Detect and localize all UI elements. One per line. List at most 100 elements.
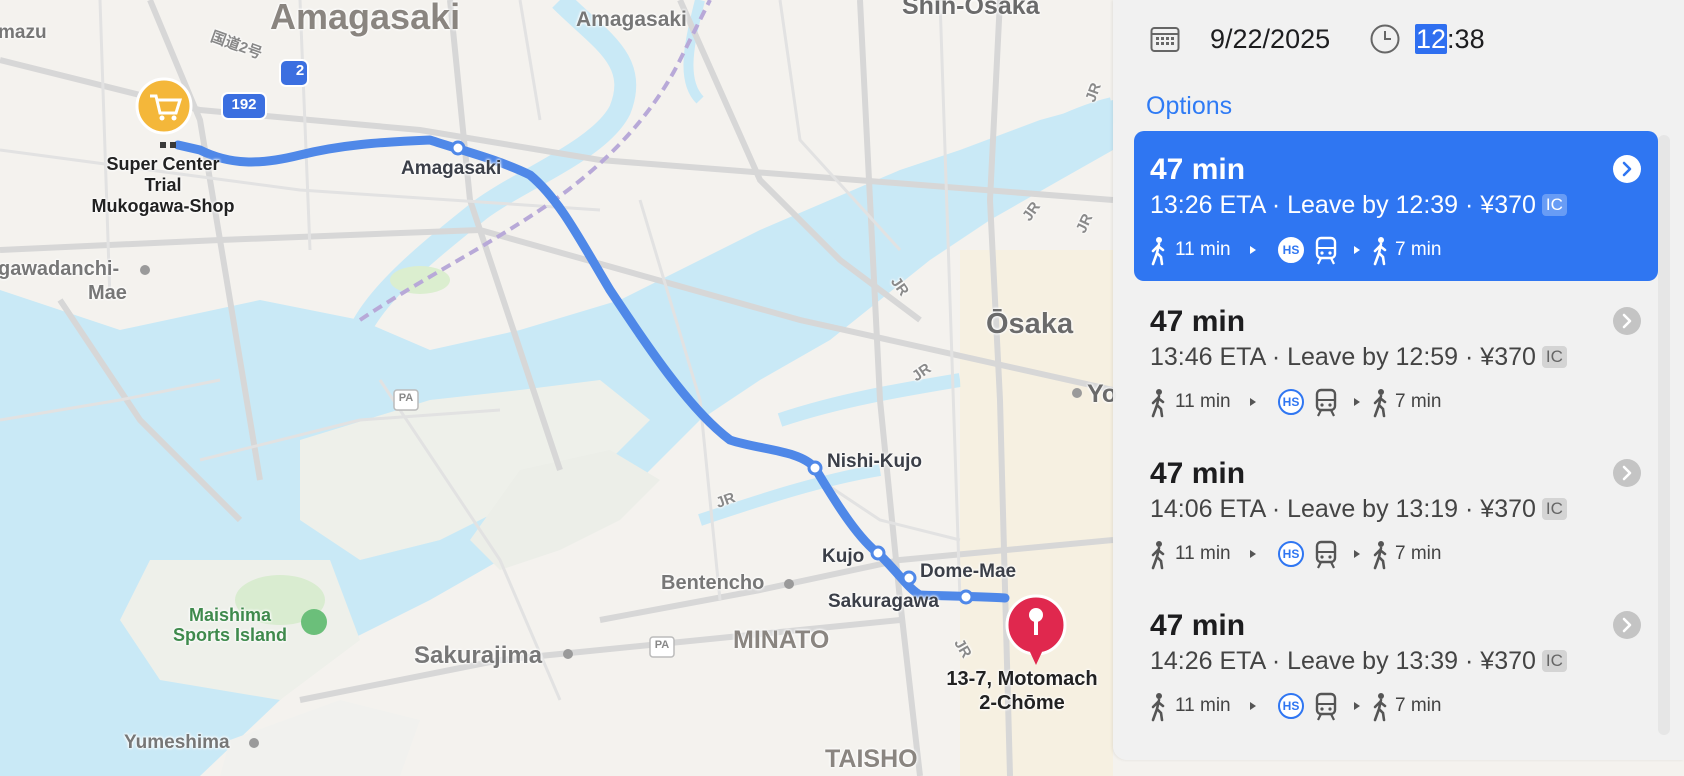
- calendar-icon[interactable]: [1150, 25, 1180, 53]
- walking-icon: [1151, 693, 1165, 722]
- line-badge: HS: [1278, 237, 1304, 263]
- line-badge: HS: [1278, 541, 1304, 567]
- walking-icon: [1373, 237, 1387, 266]
- directions-panel: 9/22/2025 12:38 Options 47 min 13:26 ETA…: [1113, 0, 1684, 760]
- walk-duration: 7 min: [1395, 239, 1442, 260]
- route-legs: 11 min HS 7 min: [1148, 386, 1468, 418]
- step-arrow-icon: [1250, 702, 1256, 710]
- station-label[interactable]: Amagasaki: [401, 158, 501, 180]
- road-shield-label: PA: [398, 392, 414, 404]
- road-shield-label: 192: [231, 96, 257, 113]
- walk-duration: 11 min: [1175, 695, 1231, 716]
- step-arrow-icon: [1354, 246, 1360, 254]
- route-legs: 11 min HS 7 min: [1148, 538, 1468, 570]
- step-arrow-icon: [1354, 398, 1360, 406]
- step-arrow-icon: [1354, 702, 1360, 710]
- route-option[interactable]: 47 min 13:46 ETA · Leave by 12:59 · ¥370…: [1134, 283, 1658, 433]
- date-field[interactable]: 9/22/2025: [1210, 24, 1330, 55]
- station-label[interactable]: Sakurajima: [414, 642, 542, 670]
- station-label[interactable]: Nishi-Kujo: [827, 451, 922, 473]
- train-icon: [1315, 388, 1337, 417]
- park-icon: [301, 609, 327, 635]
- station-dot-kujo[interactable]: [870, 545, 886, 561]
- train-icon: [1315, 236, 1337, 265]
- step-arrow-icon: [1250, 398, 1256, 406]
- district-label: MINATO: [733, 626, 830, 654]
- station-dot-amagasaki[interactable]: [450, 140, 466, 156]
- options-heading: Options: [1146, 92, 1233, 120]
- route-summary: 14:26 ETA · Leave by 13:39 · ¥370 IC: [1150, 647, 1567, 676]
- time-hour-segment[interactable]: 12: [1415, 24, 1448, 54]
- walk-duration: 7 min: [1395, 543, 1442, 564]
- station-label[interactable]: Kujo: [822, 546, 864, 568]
- road-shield-label: 2: [295, 62, 305, 79]
- route-duration: 47 min: [1150, 457, 1246, 490]
- station-label[interactable]: Mae: [88, 282, 127, 305]
- walking-icon: [1373, 693, 1387, 722]
- park-label[interactable]: Maishima Sports Island: [160, 605, 300, 645]
- line-badge: HS: [1278, 693, 1304, 719]
- train-icon: [1315, 692, 1337, 721]
- station-label[interactable]: Amagasaki: [576, 8, 687, 32]
- walk-duration: 7 min: [1395, 391, 1442, 412]
- route-legs: 11 min HS 7 min: [1148, 234, 1468, 266]
- station-dot-sakuragawa[interactable]: [958, 589, 974, 605]
- route-option[interactable]: 47 min 13:26 ETA · Leave by 12:39 · ¥370…: [1134, 131, 1658, 281]
- route-summary: 13:46 ETA · Leave by 12:59 · ¥370 IC: [1150, 343, 1567, 372]
- walking-icon: [1373, 541, 1387, 570]
- route-eta-text: 14:06 ETA · Leave by 13:19 · ¥370: [1150, 495, 1536, 523]
- chevron-right-icon[interactable]: [1613, 155, 1641, 183]
- route-option[interactable]: 47 min 14:26 ETA · Leave by 13:39 · ¥370…: [1134, 587, 1658, 737]
- park-line: Maishima: [188, 605, 272, 625]
- scrollbar[interactable]: [1658, 135, 1670, 735]
- poi-line: 2-Chōme: [979, 692, 1065, 714]
- station-dot-dome-mae[interactable]: [901, 570, 917, 586]
- road-shield-label: PA: [654, 639, 670, 651]
- ic-fare-badge: IC: [1541, 346, 1567, 368]
- route-option[interactable]: 47 min 14:06 ETA · Leave by 13:19 · ¥370…: [1134, 435, 1658, 585]
- time-minute-segment[interactable]: :38: [1447, 24, 1485, 54]
- poi-line: 13-7, Motomach: [946, 668, 1098, 690]
- station-label[interactable]: Sakuragawa: [828, 591, 939, 613]
- route-eta-text: 13:26 ETA · Leave by 12:39 · ¥370: [1150, 191, 1536, 219]
- start-poi-label[interactable]: Super Center Trial Mukogawa-Shop: [78, 154, 248, 217]
- chevron-right-icon[interactable]: [1613, 307, 1641, 335]
- poi-line: Mukogawa-Shop: [91, 196, 235, 216]
- station-label[interactable]: Yumeshima: [124, 732, 230, 754]
- ic-fare-badge: IC: [1541, 498, 1567, 520]
- walk-duration: 7 min: [1395, 695, 1442, 716]
- train-icon: [1315, 540, 1337, 569]
- route-duration: 47 min: [1150, 305, 1246, 338]
- walking-icon: [1373, 389, 1387, 418]
- clock-icon[interactable]: [1369, 23, 1401, 55]
- station-dot-nishi-kujo[interactable]: [807, 460, 823, 476]
- walk-duration: 11 min: [1175, 543, 1231, 564]
- shopping-cart-icon[interactable]: [135, 77, 193, 135]
- destination-poi-label[interactable]: 13-7, Motomach 2-Chōme: [932, 667, 1112, 715]
- park-line: Sports Island: [172, 625, 288, 645]
- city-label: Shin-Ōsaka: [902, 0, 1040, 20]
- route-duration: 47 min: [1150, 609, 1246, 642]
- poi-line: Super Center: [106, 154, 220, 174]
- ic-fare-badge: IC: [1541, 650, 1567, 672]
- time-field[interactable]: 12:38: [1415, 24, 1485, 55]
- route-duration: 47 min: [1150, 153, 1246, 186]
- line-badge: HS: [1278, 389, 1304, 415]
- route-eta-text: 14:26 ETA · Leave by 13:39 · ¥370: [1150, 647, 1536, 675]
- chevron-right-icon[interactable]: [1613, 459, 1641, 487]
- route-summary: 13:26 ETA · Leave by 12:39 · ¥370 IC: [1150, 191, 1567, 220]
- walking-icon: [1151, 389, 1165, 418]
- station-label[interactable]: gawadanchi-: [0, 258, 119, 281]
- station-label[interactable]: Bentencho: [661, 572, 764, 595]
- walk-duration: 11 min: [1175, 391, 1231, 412]
- city-label: Ōsaka: [986, 308, 1074, 340]
- chevron-right-icon[interactable]: [1613, 611, 1641, 639]
- ic-fare-badge: IC: [1541, 194, 1567, 216]
- station-label[interactable]: Dome-Mae: [920, 561, 1016, 583]
- route-legs: 11 min HS 7 min: [1148, 690, 1468, 722]
- district-label: Amagasaki: [270, 0, 461, 37]
- station-label[interactable]: mazu: [0, 22, 47, 44]
- date-time-row: 9/22/2025 12:38: [1113, 14, 1684, 64]
- walk-duration: 11 min: [1175, 239, 1231, 260]
- route-eta-text: 13:46 ETA · Leave by 12:59 · ¥370: [1150, 343, 1536, 371]
